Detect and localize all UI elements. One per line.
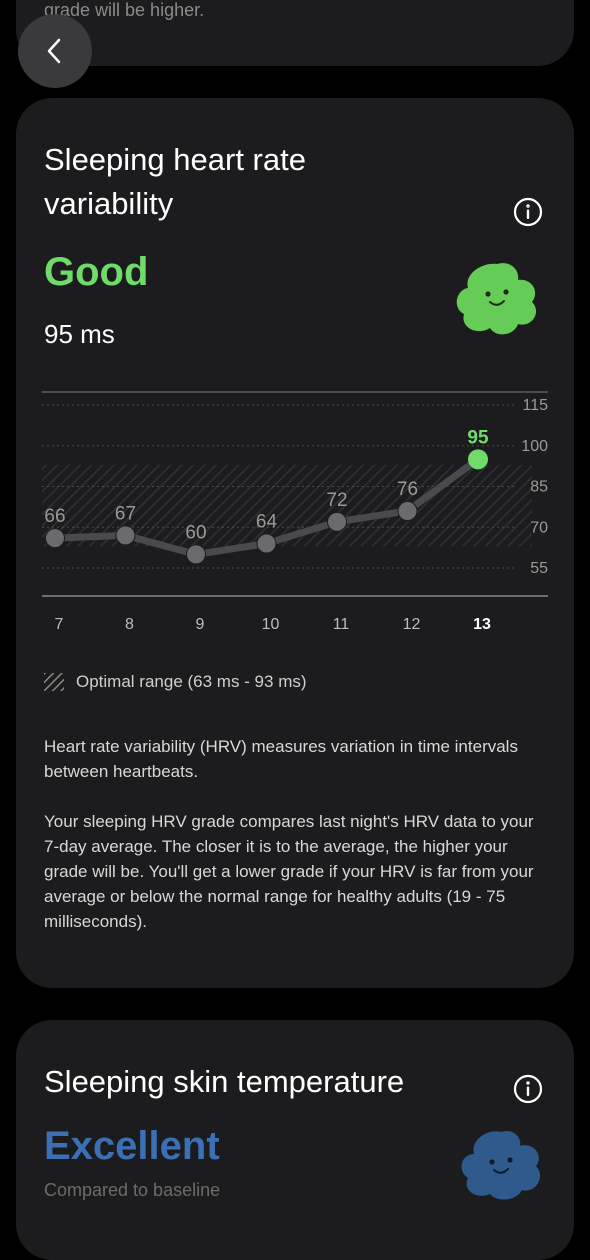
chevron-left-icon <box>47 38 61 64</box>
data-point <box>115 525 136 546</box>
data-label: 64 <box>256 512 278 533</box>
data-label: 66 <box>44 506 65 527</box>
data-point <box>397 500 418 521</box>
data-label: 95 <box>467 427 489 448</box>
data-label: 67 <box>115 503 136 524</box>
x-tick-label: 11 <box>333 616 350 633</box>
skin-temp-title: Sleeping skin temperature <box>44 1064 405 1099</box>
data-point <box>256 533 277 554</box>
mascot-cloud-icon <box>461 1131 541 1200</box>
legend-label: Optimal range (63 ms - 93 ms) <box>76 672 307 691</box>
y-tick-label: 70 <box>530 519 548 536</box>
x-tick-label: 8 <box>125 616 134 633</box>
hrv-card: Sleeping heart rate variability Good 95 … <box>16 98 574 988</box>
data-label: 72 <box>326 490 347 511</box>
data-label: 76 <box>397 479 418 500</box>
x-tick-label: 9 <box>196 616 205 633</box>
y-tick-label: 115 <box>522 397 548 414</box>
chart-grid <box>42 391 548 597</box>
previous-card: grade will be higher. <box>16 0 574 66</box>
skin-temp-grade: Excellent <box>44 1124 220 1168</box>
x-tick-label: 10 <box>262 616 280 633</box>
hatch-legend-icon <box>44 673 64 691</box>
y-tick-label: 85 <box>530 479 548 496</box>
skin-temp-card: Sleeping skin temperature Excellent Comp… <box>16 1020 574 1260</box>
x-tick-label: 7 <box>55 616 64 633</box>
skin-temp-subtitle: Compared to baseline <box>44 1180 221 1200</box>
hrv-description-1: Heart rate variability (HRV) measures va… <box>44 737 518 781</box>
highlight-point <box>468 449 488 470</box>
y-tick-label: 55 <box>530 560 548 577</box>
back-button[interactable] <box>18 14 92 88</box>
x-tick-label: 13 <box>473 616 491 633</box>
data-label: 60 <box>185 522 206 543</box>
chart-legend: Optimal range (63 ms - 93 ms) <box>44 672 307 692</box>
x-tick-label: 12 <box>403 616 421 633</box>
data-point <box>327 511 347 532</box>
info-icon[interactable] <box>513 1074 543 1104</box>
data-point <box>186 544 206 565</box>
hrv-description-2: Your sleeping HRV grade compares last ni… <box>44 812 534 931</box>
y-tick-label: 100 <box>521 438 548 455</box>
data-point <box>45 528 65 549</box>
